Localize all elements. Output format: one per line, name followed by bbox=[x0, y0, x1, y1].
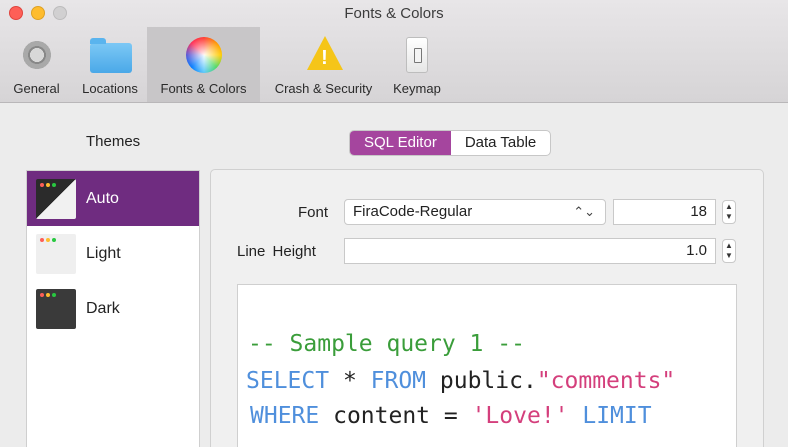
gear-icon bbox=[17, 35, 57, 75]
theme-item-light[interactable]: Light bbox=[27, 226, 199, 281]
string-token: "comments" bbox=[536, 368, 676, 394]
line-height-label: Line Height bbox=[237, 243, 316, 260]
font-select[interactable]: FiraCode-Regular ⌃⌄ bbox=[344, 199, 606, 225]
identifier-token: content = bbox=[319, 403, 472, 429]
preferences-toolbar: General Locations Fonts & Colors ! Crash… bbox=[0, 27, 447, 102]
operator-token: * bbox=[329, 368, 371, 394]
preview-comment-line: -- Sample query 1 -- bbox=[248, 331, 525, 357]
tab-locations-label: Locations bbox=[82, 81, 138, 96]
tab-crash-security[interactable]: ! Crash & Security bbox=[260, 27, 387, 102]
font-select-value: FiraCode-Regular bbox=[353, 203, 473, 220]
warning-icon: ! bbox=[304, 35, 344, 75]
tab-fonts-colors[interactable]: Fonts & Colors bbox=[147, 27, 260, 102]
theme-light-thumbnail bbox=[36, 233, 76, 274]
line-height-stepper[interactable]: ▲ ▼ bbox=[722, 239, 736, 263]
code-preview: -- Sample query 1 -- SELECT * FROM publi… bbox=[237, 284, 737, 447]
font-size-field[interactable]: 18 bbox=[613, 199, 716, 225]
theme-item-label: Dark bbox=[86, 299, 120, 317]
theme-list: Auto Light Dark bbox=[26, 170, 200, 447]
string-token: 'Love!' bbox=[471, 403, 569, 429]
theme-dark-thumbnail bbox=[36, 288, 76, 329]
font-size-stepper[interactable]: ▲ ▼ bbox=[722, 200, 736, 224]
line-height-field[interactable]: 1.0 bbox=[344, 238, 716, 264]
theme-auto-thumbnail bbox=[36, 178, 76, 219]
tab-fonts-colors-label: Fonts & Colors bbox=[160, 81, 247, 96]
title-bar: Fonts & Colors General Locations Fonts &… bbox=[0, 0, 788, 103]
keymap-switch-icon bbox=[397, 35, 437, 75]
keyword-token: FROM bbox=[370, 368, 427, 394]
editor-segmented-control: SQL Editor Data Table bbox=[349, 130, 552, 156]
identifier-token: public. bbox=[426, 368, 537, 394]
tab-keymap[interactable]: Keymap bbox=[387, 27, 447, 102]
theme-item-auto[interactable]: Auto bbox=[27, 171, 199, 226]
tab-crash-security-label: Crash & Security bbox=[274, 81, 373, 96]
tab-keymap-label: Keymap bbox=[393, 81, 441, 96]
window-title: Fonts & Colors bbox=[344, 5, 444, 22]
segment-data-table[interactable]: Data Table bbox=[451, 131, 550, 155]
tab-general[interactable]: General bbox=[0, 27, 73, 102]
themes-heading: Themes bbox=[86, 133, 141, 150]
folder-icon bbox=[90, 35, 132, 75]
keyword-token: WHERE bbox=[250, 403, 320, 429]
font-label: Font bbox=[298, 204, 329, 221]
keyword-token: LIMIT bbox=[568, 403, 652, 429]
segment-sql-editor[interactable]: SQL Editor bbox=[350, 131, 451, 155]
preview-select-line: SELECT * FROM public."comments" bbox=[246, 368, 675, 394]
theme-item-label: Light bbox=[86, 244, 121, 262]
chevron-up-down-icon: ⌃⌄ bbox=[573, 204, 595, 219]
keyword-token: SELECT bbox=[246, 368, 330, 394]
tab-locations[interactable]: Locations bbox=[73, 27, 147, 102]
theme-item-dark[interactable]: Dark bbox=[27, 281, 199, 336]
theme-item-label: Auto bbox=[86, 189, 119, 207]
tab-general-label: General bbox=[13, 81, 60, 96]
color-wheel-icon bbox=[184, 35, 224, 75]
preview-where-line: WHERE content = 'Love!' LIMIT bbox=[250, 403, 652, 429]
